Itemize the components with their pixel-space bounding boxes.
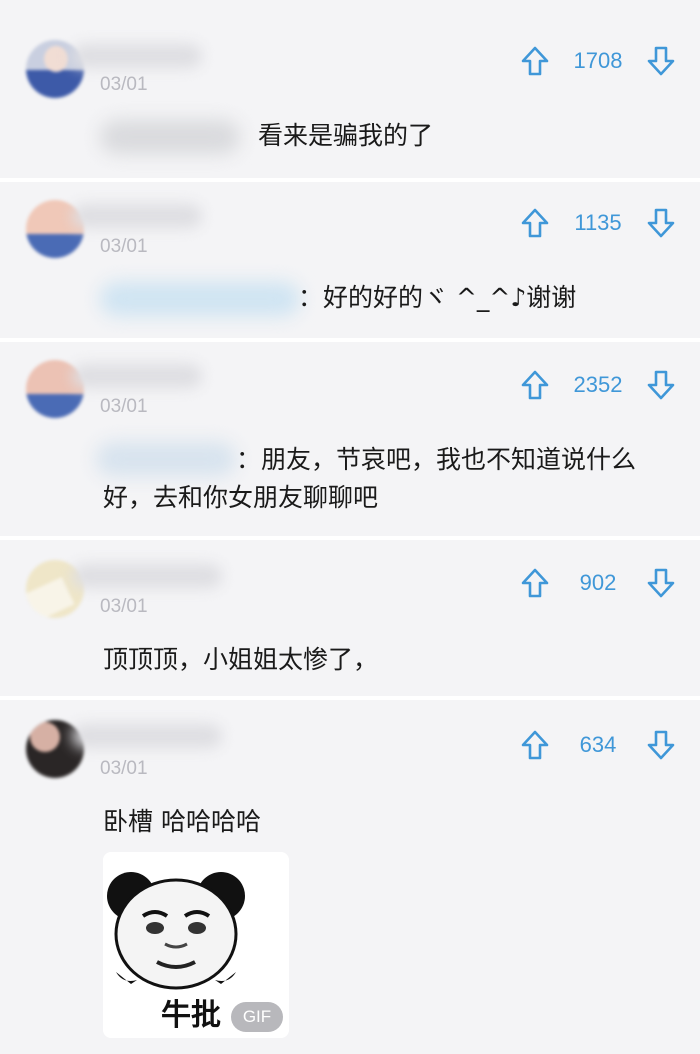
arrow-up-icon[interactable]	[518, 566, 552, 600]
mention-blurred[interactable]	[100, 282, 300, 316]
comment-date: 03/01	[100, 758, 148, 779]
gif-sticker[interactable]: 牛批 GIF	[103, 852, 289, 1038]
comment-date: 03/01	[100, 596, 148, 617]
username-blurred[interactable]	[72, 44, 202, 68]
arrow-up-icon[interactable]	[518, 728, 552, 762]
username-blurred[interactable]	[72, 204, 202, 228]
comment-text: 看来是骗我的了	[258, 121, 434, 150]
mention-blurred[interactable]	[100, 120, 240, 154]
gif-caption: 牛批	[161, 998, 221, 1033]
vote-count: 2352	[573, 372, 623, 397]
vote-count: 1708	[573, 48, 623, 73]
comment-date: 03/01	[100, 236, 148, 257]
vote-count: 902	[579, 570, 617, 595]
comment-text: ：好的好的ヾ ^_^♪谢谢	[298, 283, 577, 312]
comment-item: 03/01 902 顶顶顶，小姐姐太惨了，	[0, 540, 700, 696]
arrow-down-icon[interactable]	[644, 206, 678, 240]
username-blurred[interactable]	[72, 724, 222, 748]
username-blurred[interactable]	[72, 364, 202, 388]
comment-date: 03/01	[100, 74, 148, 95]
arrow-up-icon[interactable]	[518, 44, 552, 78]
vote-count: 1135	[574, 210, 622, 235]
comment-text: ：朋友，节哀吧，我也不知道说什么	[236, 445, 637, 474]
comment-text: 好，去和你女朋友聊聊吧	[103, 483, 379, 512]
username-blurred[interactable]	[72, 564, 222, 588]
arrow-down-icon[interactable]	[644, 44, 678, 78]
arrow-down-icon[interactable]	[644, 368, 678, 402]
arrow-down-icon[interactable]	[644, 566, 678, 600]
comment-date: 03/01	[100, 396, 148, 417]
mention-blurred[interactable]	[96, 442, 236, 476]
comment-item: 03/01 1135 ：好的好的ヾ ^_^♪谢谢	[0, 182, 700, 338]
comment-text: 卧槽 哈哈哈哈	[103, 807, 261, 836]
vote-count: 634	[579, 732, 617, 757]
comment-text: 顶顶顶，小姐姐太惨了，	[103, 645, 379, 674]
gif-badge: GIF	[231, 1002, 283, 1032]
comment-item: 03/01 1708 看来是骗我的了	[0, 0, 700, 178]
arrow-down-icon[interactable]	[644, 728, 678, 762]
arrow-up-icon[interactable]	[518, 206, 552, 240]
arrow-up-icon[interactable]	[518, 368, 552, 402]
comment-item: 03/01 2352 ：朋友，节哀吧，我也不知道说什么 好，去和你女朋友聊聊吧	[0, 342, 700, 536]
